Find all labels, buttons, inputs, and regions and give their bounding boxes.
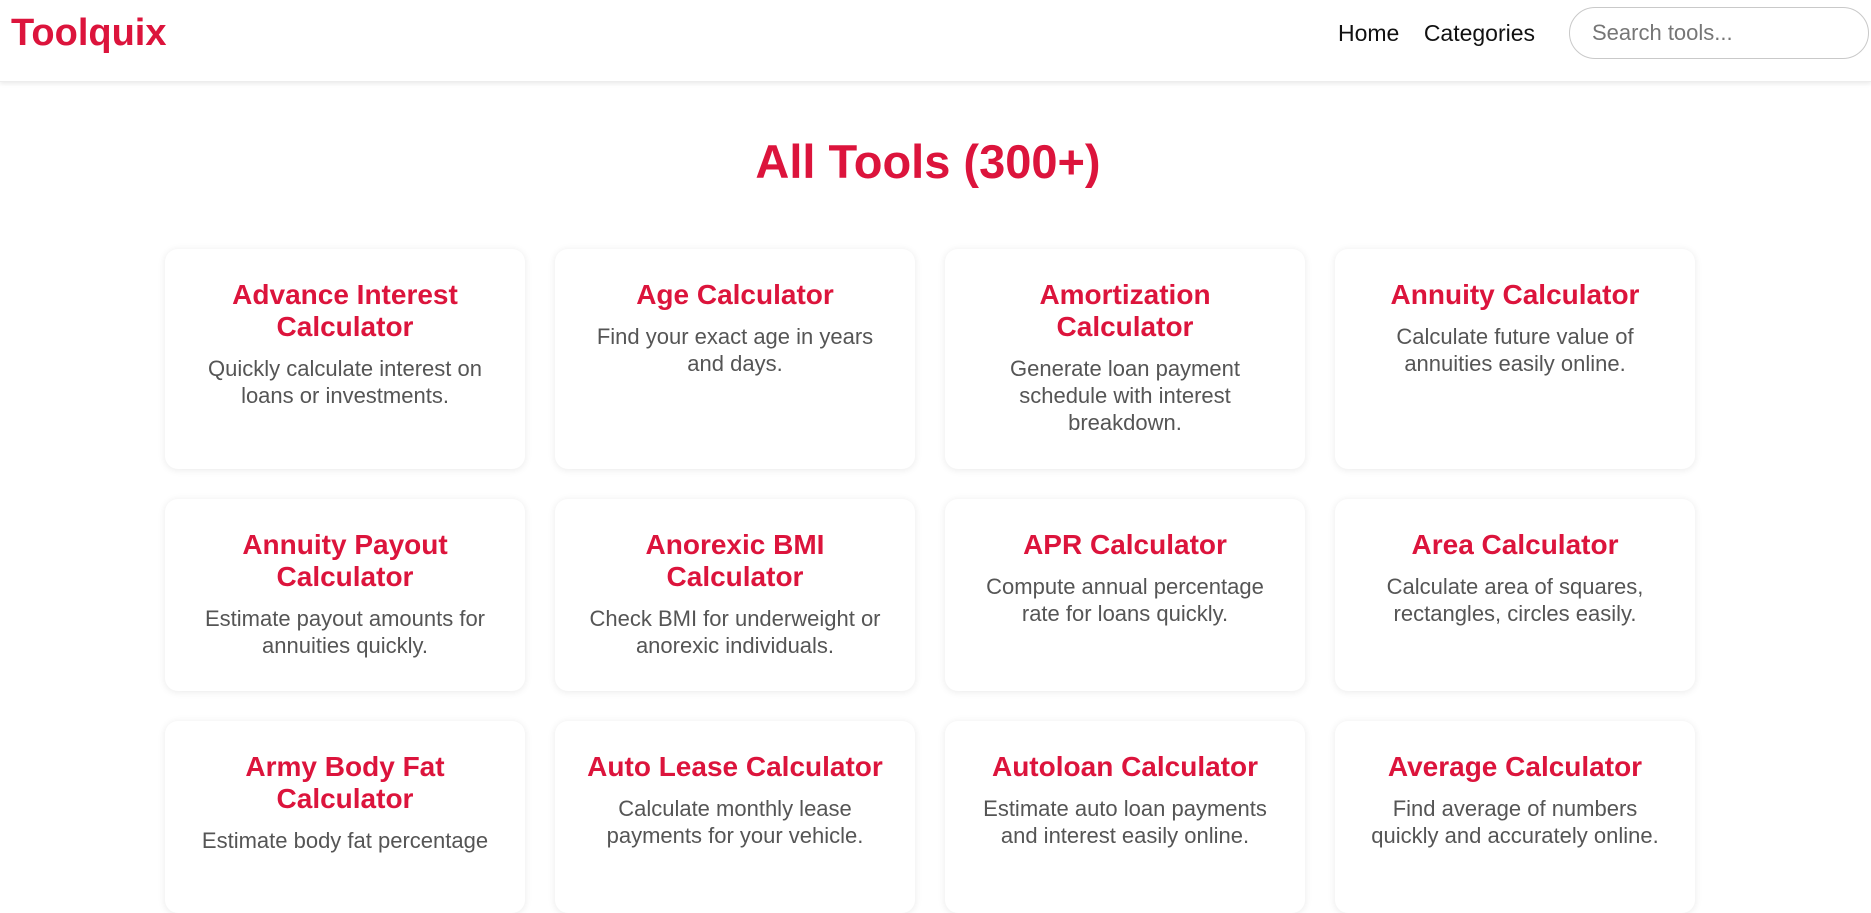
- tool-card-annuity[interactable]: Annuity Calculator Calculate future valu…: [1335, 249, 1695, 469]
- tool-description: Quickly calculate interest on loans or i…: [208, 356, 482, 408]
- tool-description: Generate loan payment schedule with inte…: [1010, 356, 1240, 435]
- tool-description: Calculate monthly lease payments for you…: [606, 796, 864, 848]
- site-logo[interactable]: Toolquix: [11, 13, 167, 53]
- page-title: All Tools (300+): [755, 135, 1101, 188]
- site-header: Toolquix Home Categories: [0, 0, 1871, 82]
- tool-description: Calculate future value of annuities easi…: [1396, 324, 1634, 376]
- main-nav: Home Categories: [1338, 18, 1555, 48]
- tool-card-area[interactable]: Area Calculator Calculate area of square…: [1335, 499, 1695, 691]
- tool-title[interactable]: Army Body Fat Calculator: [191, 751, 499, 815]
- tool-card-apr[interactable]: APR Calculator Compute annual percentage…: [945, 499, 1305, 691]
- tool-description: Check BMI for underweight or anorexic in…: [589, 606, 881, 658]
- search-input[interactable]: [1569, 7, 1869, 59]
- tool-title[interactable]: Autoloan Calculator: [971, 751, 1279, 783]
- tool-card-army-body-fat[interactable]: Army Body Fat Calculator Estimate body f…: [165, 721, 525, 913]
- tool-description: Find average of numbers quickly and accu…: [1371, 796, 1659, 848]
- tool-card-age[interactable]: Age Calculator Find your exact age in ye…: [555, 249, 915, 469]
- tool-description: Estimate body fat percentage: [201, 828, 489, 853]
- tool-card-auto-lease[interactable]: Auto Lease Calculator Calculate monthly …: [555, 721, 915, 913]
- tool-title[interactable]: Annuity Payout Calculator: [191, 529, 499, 593]
- tool-description: Estimate auto loan payments and interest…: [983, 796, 1267, 848]
- tool-title[interactable]: Age Calculator: [581, 279, 889, 311]
- tool-title[interactable]: Area Calculator: [1361, 529, 1669, 561]
- tool-title[interactable]: Annuity Calculator: [1361, 279, 1669, 311]
- nav-link-home[interactable]: Home: [1338, 20, 1399, 46]
- tool-title[interactable]: Auto Lease Calculator: [581, 751, 889, 783]
- tool-card-average[interactable]: Average Calculator Find average of numbe…: [1335, 721, 1695, 913]
- tool-card-anorexic-bmi[interactable]: Anorexic BMI Calculator Check BMI for un…: [555, 499, 915, 691]
- nav-link-categories[interactable]: Categories: [1424, 20, 1535, 46]
- tool-description: Find your exact age in years and days.: [596, 324, 874, 376]
- tool-title[interactable]: Anorexic BMI Calculator: [581, 529, 889, 593]
- tool-title[interactable]: Amortization Calculator: [971, 279, 1279, 343]
- tool-card-annuity-payout[interactable]: Annuity Payout Calculator Estimate payou…: [165, 499, 525, 691]
- tool-card-autoloan[interactable]: Autoloan Calculator Estimate auto loan p…: [945, 721, 1305, 913]
- tool-description: Calculate area of squares, rectangles, c…: [1386, 574, 1644, 626]
- tool-description: Estimate payout amounts for annuities qu…: [204, 606, 486, 658]
- tool-title[interactable]: Advance Interest Calculator: [191, 279, 499, 343]
- tool-card-amortization[interactable]: Amortization Calculator Generate loan pa…: [945, 249, 1305, 469]
- tool-title[interactable]: Average Calculator: [1361, 751, 1669, 783]
- tool-card-advance-interest[interactable]: Advance Interest Calculator Quickly calc…: [165, 249, 525, 469]
- tool-description: Compute annual percentage rate for loans…: [986, 574, 1264, 626]
- tools-grid: Advance Interest Calculator Quickly calc…: [165, 249, 1695, 913]
- tool-title[interactable]: APR Calculator: [971, 529, 1279, 561]
